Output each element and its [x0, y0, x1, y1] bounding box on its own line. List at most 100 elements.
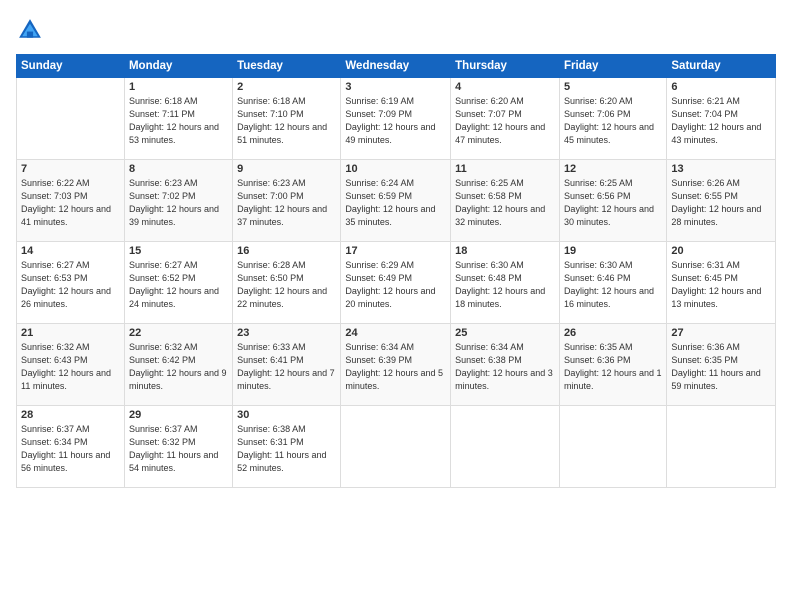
calendar-cell: 28 Sunrise: 6:37 AM Sunset: 6:34 PM Dayli… — [17, 406, 125, 488]
calendar-cell — [559, 406, 666, 488]
calendar-cell — [341, 406, 451, 488]
day-info: Sunrise: 6:27 AM Sunset: 6:52 PM Dayligh… — [129, 259, 228, 311]
calendar-cell — [667, 406, 776, 488]
day-number: 1 — [129, 81, 228, 93]
calendar-cell: 4 Sunrise: 6:20 AM Sunset: 7:07 PM Daylig… — [451, 78, 560, 160]
day-number: 7 — [21, 163, 120, 175]
calendar-cell: 26 Sunrise: 6:35 AM Sunset: 6:36 PM Dayli… — [559, 324, 666, 406]
day-info: Sunrise: 6:20 AM Sunset: 7:07 PM Dayligh… — [455, 95, 555, 147]
calendar-cell: 20Sunrise: 6:31 AM Sunset: 6:45 PM Dayli… — [667, 242, 776, 324]
day-info: Sunrise: 6:36 AM Sunset: 6:35 PM Dayligh… — [671, 341, 771, 393]
calendar-cell — [451, 406, 560, 488]
day-number: 19 — [564, 245, 662, 257]
weekday-header-saturday: Saturday — [667, 55, 776, 78]
day-info: Sunrise: 6:18 AM Sunset: 7:11 PM Dayligh… — [129, 95, 228, 147]
day-info: Sunrise: 6:28 AM Sunset: 6:50 PM Dayligh… — [237, 259, 336, 311]
day-number: 29 — [129, 409, 228, 421]
calendar-cell: 24 Sunrise: 6:34 AM Sunset: 6:39 PM Dayli… — [341, 324, 451, 406]
week-row-2: 7Sunrise: 6:22 AM Sunset: 7:03 PM Daylig… — [17, 160, 776, 242]
week-row-4: 21 Sunrise: 6:32 AM Sunset: 6:43 PM Dayli… — [17, 324, 776, 406]
calendar-cell: 27 Sunrise: 6:36 AM Sunset: 6:35 PM Dayli… — [667, 324, 776, 406]
logo-icon — [16, 16, 44, 44]
weekday-header-monday: Monday — [124, 55, 232, 78]
calendar-cell: 18 Sunrise: 6:30 AM Sunset: 6:48 PM Dayli… — [451, 242, 560, 324]
day-number: 4 — [455, 81, 555, 93]
calendar-table: SundayMondayTuesdayWednesdayThursdayFrid… — [16, 54, 776, 488]
day-info: Sunrise: 6:35 AM Sunset: 6:36 PM Dayligh… — [564, 341, 662, 393]
calendar-cell: 14 Sunrise: 6:27 AM Sunset: 6:53 PM Dayli… — [17, 242, 125, 324]
day-info: Sunrise: 6:21 AM Sunset: 7:04 PM Dayligh… — [671, 95, 771, 147]
day-number: 3 — [345, 81, 446, 93]
day-number: 13 — [671, 163, 771, 175]
day-info: Sunrise: 6:33 AM Sunset: 6:41 PM Dayligh… — [237, 341, 336, 393]
day-info: Sunrise: 6:32 AM Sunset: 6:42 PM Dayligh… — [129, 341, 228, 393]
day-number: 22 — [129, 327, 228, 339]
weekday-header-friday: Friday — [559, 55, 666, 78]
day-number: 25 — [455, 327, 555, 339]
day-number: 6 — [671, 81, 771, 93]
day-number: 21 — [21, 327, 120, 339]
day-info: Sunrise: 6:37 AM Sunset: 6:34 PM Dayligh… — [21, 423, 120, 475]
day-info: Sunrise: 6:20 AM Sunset: 7:06 PM Dayligh… — [564, 95, 662, 147]
calendar-cell: 12 Sunrise: 6:25 AM Sunset: 6:56 PM Dayli… — [559, 160, 666, 242]
day-info: Sunrise: 6:19 AM Sunset: 7:09 PM Dayligh… — [345, 95, 446, 147]
weekday-header-row: SundayMondayTuesdayWednesdayThursdayFrid… — [17, 55, 776, 78]
day-info: Sunrise: 6:23 AM Sunset: 7:02 PM Dayligh… — [129, 177, 228, 229]
day-number: 12 — [564, 163, 662, 175]
weekday-header-sunday: Sunday — [17, 55, 125, 78]
page: SundayMondayTuesdayWednesdayThursdayFrid… — [0, 0, 792, 612]
calendar-cell: 2Sunrise: 6:18 AM Sunset: 7:10 PM Daylig… — [233, 78, 341, 160]
day-info: Sunrise: 6:34 AM Sunset: 6:39 PM Dayligh… — [345, 341, 446, 393]
day-number: 16 — [237, 245, 336, 257]
day-number: 11 — [455, 163, 555, 175]
day-info: Sunrise: 6:38 AM Sunset: 6:31 PM Dayligh… — [237, 423, 336, 475]
calendar-cell: 23 Sunrise: 6:33 AM Sunset: 6:41 PM Dayli… — [233, 324, 341, 406]
day-number: 14 — [21, 245, 120, 257]
day-info: Sunrise: 6:25 AM Sunset: 6:56 PM Dayligh… — [564, 177, 662, 229]
calendar-cell: 21 Sunrise: 6:32 AM Sunset: 6:43 PM Dayli… — [17, 324, 125, 406]
day-number: 15 — [129, 245, 228, 257]
calendar-cell: 22 Sunrise: 6:32 AM Sunset: 6:42 PM Dayli… — [124, 324, 232, 406]
calendar-cell: 15 Sunrise: 6:27 AM Sunset: 6:52 PM Dayli… — [124, 242, 232, 324]
day-info: Sunrise: 6:27 AM Sunset: 6:53 PM Dayligh… — [21, 259, 120, 311]
calendar-cell — [17, 78, 125, 160]
weekday-header-thursday: Thursday — [451, 55, 560, 78]
header — [16, 16, 776, 44]
weekday-header-tuesday: Tuesday — [233, 55, 341, 78]
calendar-cell: 17Sunrise: 6:29 AM Sunset: 6:49 PM Dayli… — [341, 242, 451, 324]
logo — [16, 16, 48, 44]
calendar-cell: 25 Sunrise: 6:34 AM Sunset: 6:38 PM Dayli… — [451, 324, 560, 406]
day-info: Sunrise: 6:24 AM Sunset: 6:59 PM Dayligh… — [345, 177, 446, 229]
calendar-cell: 11Sunrise: 6:25 AM Sunset: 6:58 PM Dayli… — [451, 160, 560, 242]
day-number: 2 — [237, 81, 336, 93]
day-number: 30 — [237, 409, 336, 421]
day-number: 24 — [345, 327, 446, 339]
day-number: 23 — [237, 327, 336, 339]
day-info: Sunrise: 6:32 AM Sunset: 6:43 PM Dayligh… — [21, 341, 120, 393]
day-number: 17 — [345, 245, 446, 257]
calendar-cell: 19Sunrise: 6:30 AM Sunset: 6:46 PM Dayli… — [559, 242, 666, 324]
day-number: 18 — [455, 245, 555, 257]
day-number: 5 — [564, 81, 662, 93]
calendar-cell: 7Sunrise: 6:22 AM Sunset: 7:03 PM Daylig… — [17, 160, 125, 242]
calendar-cell: 5 Sunrise: 6:20 AM Sunset: 7:06 PM Daylig… — [559, 78, 666, 160]
calendar-cell: 9 Sunrise: 6:23 AM Sunset: 7:00 PM Daylig… — [233, 160, 341, 242]
day-number: 27 — [671, 327, 771, 339]
week-row-3: 14 Sunrise: 6:27 AM Sunset: 6:53 PM Dayli… — [17, 242, 776, 324]
day-info: Sunrise: 6:26 AM Sunset: 6:55 PM Dayligh… — [671, 177, 771, 229]
day-info: Sunrise: 6:37 AM Sunset: 6:32 PM Dayligh… — [129, 423, 228, 475]
day-number: 8 — [129, 163, 228, 175]
calendar-cell: 29 Sunrise: 6:37 AM Sunset: 6:32 PM Dayli… — [124, 406, 232, 488]
week-row-1: 1 Sunrise: 6:18 AM Sunset: 7:11 PM Daylig… — [17, 78, 776, 160]
weekday-header-wednesday: Wednesday — [341, 55, 451, 78]
day-info: Sunrise: 6:30 AM Sunset: 6:48 PM Dayligh… — [455, 259, 555, 311]
day-number: 26 — [564, 327, 662, 339]
day-number: 9 — [237, 163, 336, 175]
day-number: 28 — [21, 409, 120, 421]
day-info: Sunrise: 6:31 AM Sunset: 6:45 PM Dayligh… — [671, 259, 771, 311]
calendar-cell: 1 Sunrise: 6:18 AM Sunset: 7:11 PM Daylig… — [124, 78, 232, 160]
day-number: 10 — [345, 163, 446, 175]
calendar-cell: 10 Sunrise: 6:24 AM Sunset: 6:59 PM Dayli… — [341, 160, 451, 242]
day-info: Sunrise: 6:23 AM Sunset: 7:00 PM Dayligh… — [237, 177, 336, 229]
day-info: Sunrise: 6:34 AM Sunset: 6:38 PM Dayligh… — [455, 341, 555, 393]
